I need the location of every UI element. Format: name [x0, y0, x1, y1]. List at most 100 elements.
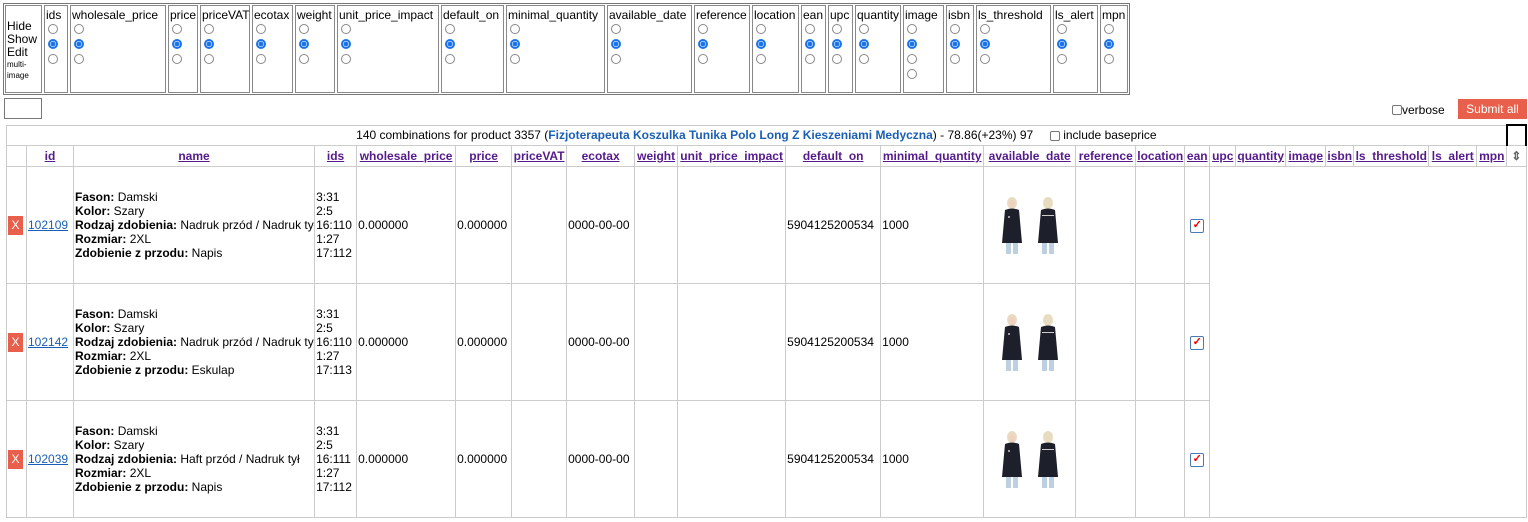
location-cell[interactable] — [1135, 400, 1186, 518]
field-mode-radio[interactable] — [48, 39, 58, 49]
minimal-quantity-cell[interactable]: 1000 — [880, 166, 985, 284]
sort-link-reference[interactable]: reference — [1079, 149, 1133, 163]
field-mode-radio[interactable] — [1104, 39, 1114, 49]
header-ls-alert[interactable]: ls_alert — [1428, 145, 1478, 167]
field-mode-radio[interactable] — [74, 54, 84, 64]
header-reference[interactable]: reference — [1075, 145, 1137, 167]
sort-link-wholesale-price[interactable]: wholesale_price — [360, 149, 453, 163]
field-mode-radio[interactable] — [256, 54, 266, 64]
sort-link-priceVAT[interactable]: priceVAT — [514, 149, 565, 163]
header-unit-price-impact[interactable]: unit_price_impact — [677, 145, 787, 167]
id-link[interactable]: 102142 — [28, 335, 68, 349]
sort-link-name[interactable]: name — [178, 149, 209, 163]
field-mode-radio[interactable] — [172, 39, 182, 49]
ean-cell[interactable]: 5904125200534 — [785, 400, 882, 518]
date-cell[interactable]: 0000-00-00 — [566, 400, 636, 518]
ean-cell[interactable]: 5904125200534 — [785, 166, 882, 284]
sort-toggle-icon[interactable]: ⇕ — [1506, 145, 1527, 167]
sort-link-default-on[interactable]: default_on — [803, 149, 864, 163]
price-cell[interactable]: 0.000000 — [455, 400, 513, 518]
header-available-date[interactable]: available_date — [983, 145, 1077, 167]
price-vat-cell[interactable] — [511, 166, 568, 284]
verbose-checkbox[interactable]: verbose — [1392, 103, 1445, 117]
location-cell[interactable] — [1135, 283, 1186, 401]
field-mode-radio[interactable] — [950, 39, 960, 49]
field-mode-radio[interactable] — [48, 24, 58, 34]
sort-link-ids[interactable]: ids — [327, 149, 344, 163]
field-mode-radio[interactable] — [341, 39, 351, 49]
sort-link-minimal-quantity[interactable]: minimal_quantity — [883, 149, 982, 163]
field-mode-radio[interactable] — [698, 24, 708, 34]
reference-cell[interactable] — [1075, 283, 1137, 401]
field-mode-radio[interactable] — [698, 39, 708, 49]
field-mode-radio[interactable] — [204, 24, 214, 34]
field-mode-radio[interactable] — [172, 24, 182, 34]
header-price[interactable]: price — [455, 145, 513, 167]
field-mode-radio[interactable] — [445, 24, 455, 34]
ean-cell[interactable]: 5904125200534 — [785, 283, 882, 401]
date-cell[interactable]: 0000-00-00 — [566, 283, 636, 401]
submit-all-button[interactable]: Submit all — [1458, 99, 1527, 119]
field-mode-radio[interactable] — [1104, 24, 1114, 34]
field-mode-radio[interactable] — [832, 39, 842, 49]
field-mode-radio[interactable] — [907, 69, 917, 79]
field-mode-radio[interactable] — [172, 54, 182, 64]
field-mode-radio[interactable] — [859, 54, 869, 64]
id-link[interactable]: 102109 — [28, 218, 68, 232]
id-link[interactable]: 102039 — [28, 452, 68, 466]
field-mode-radio[interactable] — [510, 54, 520, 64]
sort-link-image[interactable]: image — [1288, 149, 1323, 163]
header-id[interactable]: id — [26, 145, 74, 167]
location-cell[interactable] — [1135, 166, 1186, 284]
small-input[interactable] — [4, 98, 42, 119]
sort-link-isbn[interactable]: isbn — [1327, 149, 1352, 163]
sort-link-quantity[interactable]: quantity — [1237, 149, 1284, 163]
sort-link-price[interactable]: price — [469, 149, 498, 163]
header-wholesale-price[interactable]: wholesale_price — [356, 145, 457, 167]
price-vat-cell[interactable] — [511, 400, 568, 518]
field-mode-radio[interactable] — [1057, 39, 1067, 49]
wholesale-price-cell[interactable]: 0.000000 — [356, 166, 457, 284]
field-mode-radio[interactable] — [980, 54, 990, 64]
price-cell[interactable]: 0.000000 — [455, 283, 513, 401]
header-weight[interactable]: weight — [634, 145, 679, 167]
delete-button[interactable]: X — [8, 449, 23, 469]
field-mode-radio[interactable] — [805, 24, 815, 34]
header-upc[interactable]: upc — [1209, 145, 1237, 167]
header-location[interactable]: location — [1135, 145, 1186, 167]
minimal-quantity-cell[interactable]: 1000 — [880, 400, 985, 518]
sort-link-ls-alert[interactable]: ls_alert — [1432, 149, 1474, 163]
field-mode-radio[interactable] — [611, 54, 621, 64]
field-mode-radio[interactable] — [756, 24, 766, 34]
field-mode-radio[interactable] — [611, 39, 621, 49]
field-mode-radio[interactable] — [510, 39, 520, 49]
price-cell[interactable]: 0.000000 — [455, 166, 513, 284]
header-ids[interactable]: ids — [314, 145, 358, 167]
field-mode-radio[interactable] — [1057, 54, 1067, 64]
header-image[interactable]: image — [1285, 145, 1327, 167]
sort-link-mpn[interactable]: mpn — [1479, 149, 1504, 163]
wholesale-price-cell[interactable]: 0.000000 — [356, 283, 457, 401]
field-mode-radio[interactable] — [832, 54, 842, 64]
header-ecotax[interactable]: ecotax — [566, 145, 636, 167]
header-isbn[interactable]: isbn — [1325, 145, 1355, 167]
sort-link-id[interactable]: id — [45, 149, 56, 163]
field-mode-radio[interactable] — [950, 24, 960, 34]
field-mode-radio[interactable] — [980, 24, 990, 34]
field-mode-radio[interactable] — [611, 24, 621, 34]
header-mpn[interactable]: mpn — [1476, 145, 1508, 167]
field-mode-radio[interactable] — [204, 39, 214, 49]
edit-icon[interactable]: ✓ — [1190, 453, 1205, 467]
field-mode-radio[interactable] — [805, 54, 815, 64]
sort-link-upc[interactable]: upc — [1212, 149, 1233, 163]
field-mode-radio[interactable] — [859, 24, 869, 34]
sort-link-unit-price-impact[interactable]: unit_price_impact — [680, 149, 783, 163]
date-cell[interactable]: 0000-00-00 — [566, 166, 636, 284]
header-default-on[interactable]: default_on — [785, 145, 882, 167]
reference-cell[interactable] — [1075, 166, 1137, 284]
field-mode-radio[interactable] — [980, 39, 990, 49]
sort-link-location[interactable]: location — [1137, 149, 1183, 163]
field-mode-radio[interactable] — [859, 39, 869, 49]
field-mode-radio[interactable] — [698, 54, 708, 64]
field-mode-radio[interactable] — [74, 24, 84, 34]
